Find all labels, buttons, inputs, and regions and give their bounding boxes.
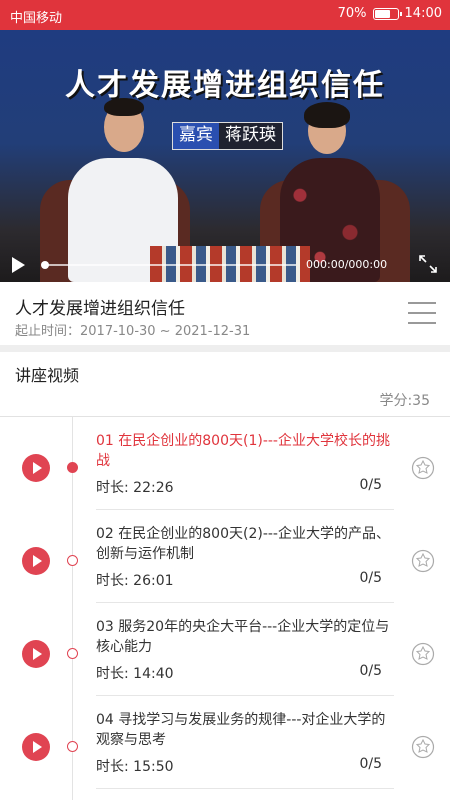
video-controls: 000:00/000:00 <box>0 248 450 282</box>
certificate-stamp-icon[interactable] <box>411 549 435 573</box>
lecture-item[interactable]: 02 在民企创业的800天(2)---企业大学的产品、创新与运作机制 时长: 2… <box>0 510 450 603</box>
lecture-duration: 时长: 14:40 <box>96 666 174 682</box>
clock: 14:00 <box>404 6 442 21</box>
section-title: 讲座视频 <box>15 366 80 385</box>
certificate-stamp-icon[interactable] <box>411 642 435 666</box>
lecture-duration: 时长: 22:26 <box>96 480 174 496</box>
lecture-item[interactable]: 03 服务20年的央企大平台---企业大学的定位与核心能力 时长: 14:40 … <box>0 603 450 696</box>
video-banner-title: 人才发展增进组织信任 <box>65 68 385 103</box>
lecture-duration: 时长: 15:50 <box>96 759 174 775</box>
course-title: 人才发展增进组织信任 <box>15 299 185 319</box>
lecture-item[interactable]: 04 寻找学习与发展业务的规律---对企业大学的观察与思考 时长: 15:50 … <box>0 696 450 789</box>
certificate-stamp-icon[interactable] <box>411 456 435 480</box>
status-bar: 中国移动 70% 14:00 <box>0 0 450 30</box>
status-right: 70% 14:00 <box>338 6 442 21</box>
battery-percent: 70% <box>337 6 367 21</box>
video-progress-knob[interactable] <box>41 261 49 269</box>
timeline-dot <box>67 555 78 566</box>
play-icon[interactable] <box>12 257 25 273</box>
lecture-duration: 时长: 26:01 <box>96 573 174 589</box>
play-icon[interactable] <box>22 547 50 575</box>
course-dates: 起止时间：2017-10-30 ~ 2021-12-31 <box>15 324 251 339</box>
lecture-title: 01 在民企创业的800天(1)---企业大学校长的挑战 <box>96 433 390 469</box>
course-info: 人才发展增进组织信任 起止时间：2017-10-30 ~ 2021-12-31 <box>0 282 450 345</box>
lecture-title: 04 寻找学习与发展业务的规律---对企业大学的观察与思考 <box>96 712 386 748</box>
fullscreen-icon[interactable] <box>418 254 438 274</box>
item-divider <box>96 788 394 789</box>
video-timecode: 000:00/000:00 <box>306 258 388 271</box>
play-icon[interactable] <box>22 454 50 482</box>
carrier-name: 中国移动 <box>10 11 63 26</box>
list-menu-icon[interactable] <box>408 302 436 324</box>
timeline-dot <box>67 462 78 473</box>
guest-label: 嘉宾 <box>173 123 219 149</box>
video-player[interactable]: 人才发展增进组织信任 嘉宾 蒋跃瑛 000:00/000:00 <box>0 30 450 282</box>
timeline-dot <box>67 648 78 659</box>
play-icon[interactable] <box>22 640 50 668</box>
battery-fill <box>374 9 390 18</box>
timeline-dot <box>67 741 78 752</box>
lecture-item[interactable]: 01 在民企创业的800天(1)---企业大学校长的挑战 时长: 22:26 0… <box>0 417 450 510</box>
video-progress-bar[interactable] <box>44 264 296 266</box>
certificate-stamp-icon[interactable] <box>411 735 435 759</box>
lecture-title: 02 在民企创业的800天(2)---企业大学的产品、创新与运作机制 <box>96 526 390 562</box>
battery-icon <box>372 7 402 20</box>
lecture-title: 03 服务20年的央企大平台---企业大学的定位与核心能力 <box>96 619 390 655</box>
guest-caption: 嘉宾 蒋跃瑛 <box>172 122 283 150</box>
play-icon[interactable] <box>22 733 50 761</box>
credit-score: 学分:35 <box>379 393 430 409</box>
lecture-progress: 0/5 <box>359 570 382 586</box>
lecture-progress: 0/5 <box>359 663 382 679</box>
guest-name: 蒋跃瑛 <box>219 123 282 149</box>
section-divider <box>0 345 450 352</box>
lecture-progress: 0/5 <box>359 756 382 772</box>
lecture-progress: 0/5 <box>359 477 382 493</box>
